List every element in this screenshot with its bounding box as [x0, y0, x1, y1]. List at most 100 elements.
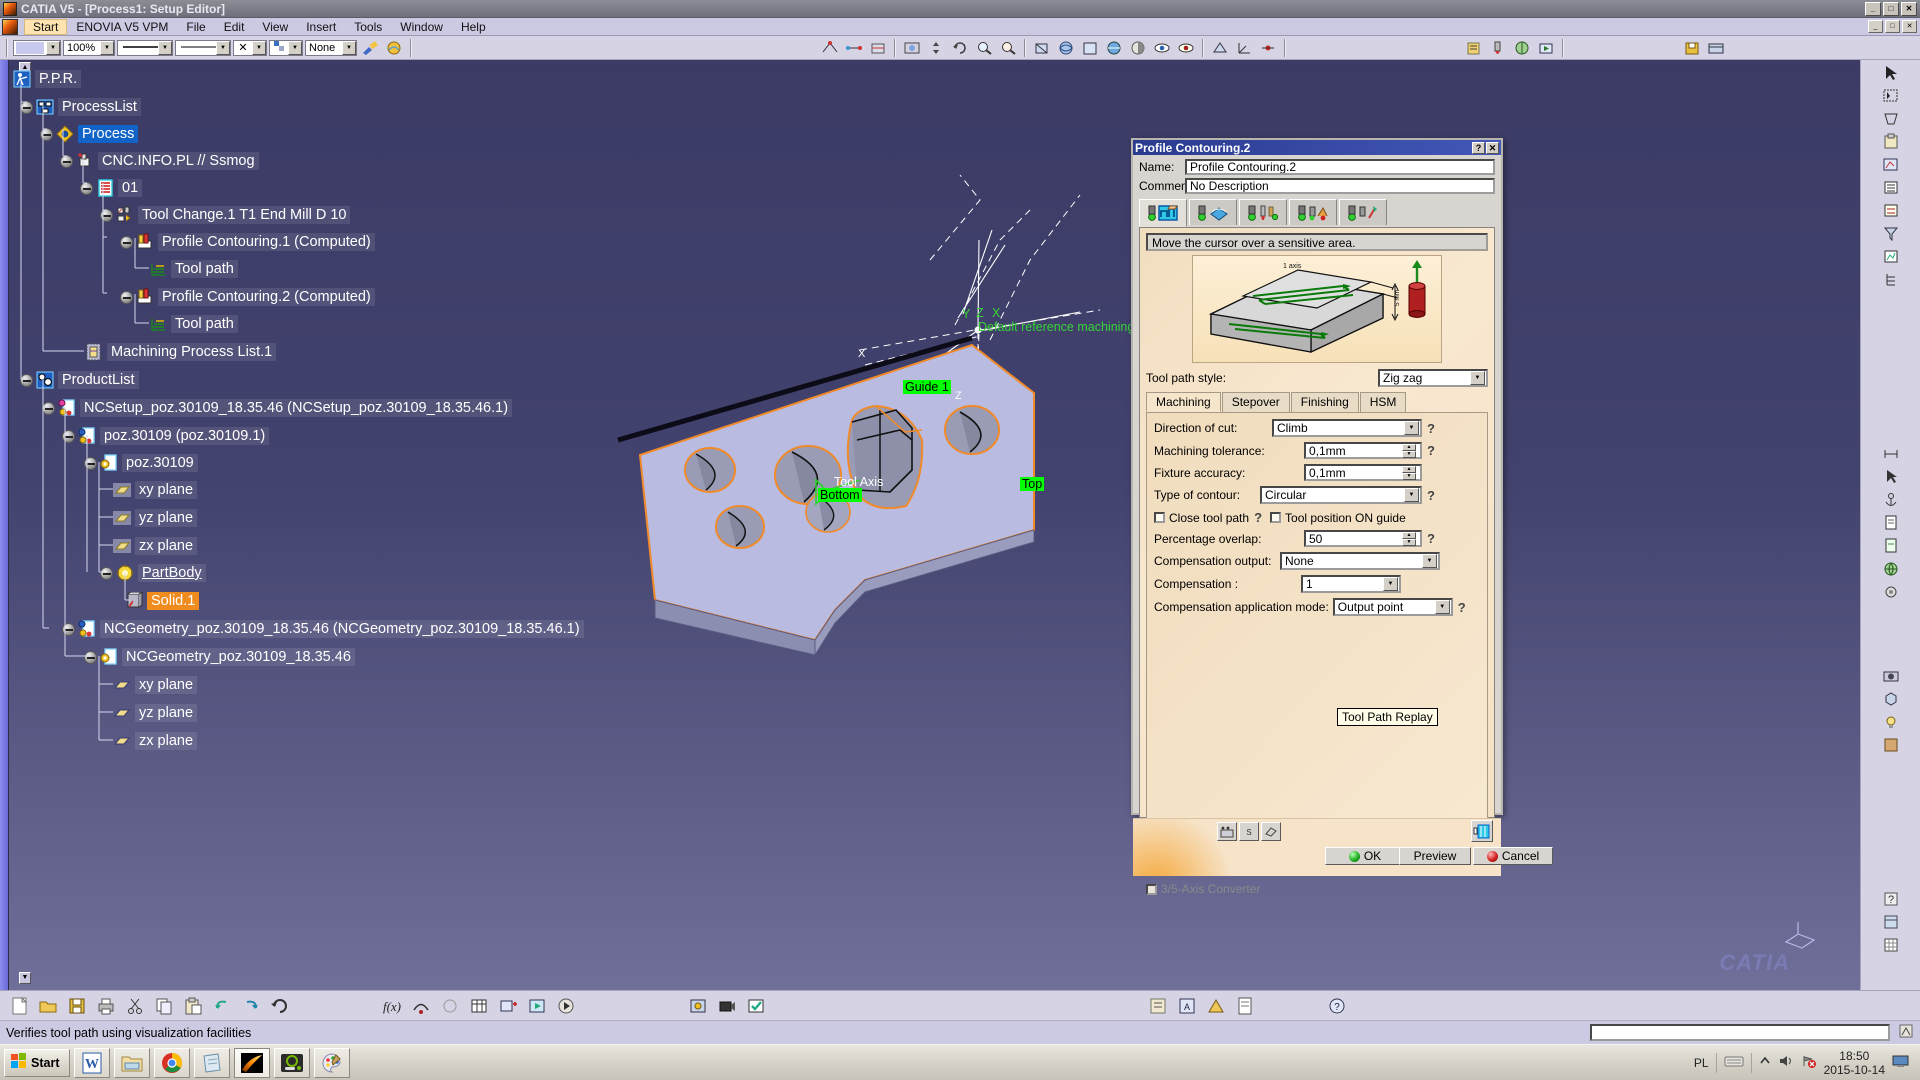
tree-item-machine[interactable]: CNC.INFO.PL // Ssmog	[60, 150, 259, 172]
menu-item-view[interactable]: View	[253, 19, 297, 35]
chevron-down-icon[interactable]: ▼	[216, 40, 230, 55]
close-button[interactable]: ✕	[1901, 1, 1917, 16]
fixture-accuracy-input[interactable]: 0,1mm ▲ ▼	[1304, 464, 1422, 481]
tree-item-machining-process-list[interactable]: Machining Process List.1	[84, 341, 277, 363]
tree-item-tool-change[interactable]: Tool Change.1 T1 End Mill D 10	[100, 204, 351, 226]
chevron-down-icon[interactable]: ▼	[1470, 371, 1485, 385]
chevron-down-icon[interactable]: ▼	[1404, 421, 1419, 435]
explorer-taskbar-icon[interactable]	[114, 1047, 151, 1078]
doc-minimize-button[interactable]: _	[1868, 20, 1883, 33]
tree-item-xy-plane-2[interactable]: xy plane	[112, 674, 198, 696]
scroll-down-arrow[interactable]: ▼	[19, 972, 31, 984]
paste-bottom-icon[interactable]	[180, 994, 206, 1018]
machining-cell-icon[interactable]	[685, 994, 711, 1018]
tree-item-yz-plane-2[interactable]: yz plane	[112, 702, 198, 724]
tree-item-ppr[interactable]: P.P.R.	[12, 68, 82, 90]
pan-icon[interactable]	[925, 37, 947, 58]
tool-position-on-guide-checkbox[interactable]	[1270, 512, 1282, 523]
list-icon[interactable]	[1879, 177, 1903, 199]
compass-icon[interactable]	[1780, 914, 1820, 954]
direction-of-cut-help-icon[interactable]: ?	[1427, 421, 1435, 436]
paste-icon[interactable]	[1879, 131, 1903, 153]
tool-path-edit-button[interactable]	[1217, 822, 1237, 841]
menu-item-file[interactable]: File	[177, 19, 214, 35]
direction-of-cut-select[interactable]: Climb ▼	[1272, 419, 1422, 437]
measure-item-icon[interactable]	[819, 37, 841, 58]
tray-clock[interactable]: 18:50 2015-10-14	[1824, 1049, 1885, 1077]
hide-show-icon[interactable]	[1151, 37, 1173, 58]
doc2-icon[interactable]	[1879, 535, 1903, 557]
simulate-icon[interactable]	[553, 994, 579, 1018]
graph-icon[interactable]	[1879, 246, 1903, 268]
tab-hsm[interactable]: HSM	[1359, 392, 1407, 412]
close-tool-path-checkbox[interactable]	[1154, 512, 1165, 523]
start-button[interactable]: Start	[4, 1048, 71, 1077]
panel-icon[interactable]	[1879, 911, 1903, 933]
measure-dist-icon[interactable]	[1879, 443, 1903, 465]
menu-item-start[interactable]: Start	[24, 18, 68, 35]
tray-network-icon[interactable]	[1801, 1054, 1817, 1071]
save-icon[interactable]	[64, 994, 90, 1018]
tray-keyboard-icon[interactable]	[1724, 1054, 1744, 1071]
menu-item-edit[interactable]: Edit	[215, 19, 254, 35]
create-datum-icon[interactable]	[1209, 37, 1231, 58]
measure-between-icon[interactable]	[843, 37, 865, 58]
front-view-icon[interactable]	[1079, 37, 1101, 58]
zoom-out-icon[interactable]	[997, 37, 1019, 58]
dialog-close-button[interactable]: ✕	[1486, 141, 1499, 154]
doc-close-button[interactable]: ✕	[1902, 20, 1917, 33]
helper-icon[interactable]: ?	[1879, 888, 1903, 910]
filter-icon[interactable]	[1879, 223, 1903, 245]
tree-item-zx-plane-2[interactable]: zx plane	[112, 730, 198, 752]
formula-icon[interactable]: f(x)	[379, 994, 405, 1018]
dialog-title-bar[interactable]: Profile Contouring.2 ? ✕	[1133, 140, 1501, 155]
tree-item-ncgeometry[interactable]: NCGeometry_poz.30109_18.35.46 (NCGeometr…	[62, 618, 584, 640]
tree-item-process[interactable]: Process	[40, 123, 139, 145]
tree-item-ncsetup[interactable]: NCSetup_poz.30109_18.35.46 (NCSetup_poz.…	[42, 397, 513, 419]
layer-combo[interactable]: ▼	[269, 39, 303, 56]
normal-view-icon[interactable]	[1031, 37, 1053, 58]
ok-button[interactable]: OK	[1325, 847, 1405, 865]
tree-item-tool-path-1[interactable]: Tool path	[148, 258, 238, 280]
compensation-output-select[interactable]: None ▼	[1280, 552, 1440, 570]
comment-input[interactable]	[1185, 178, 1495, 194]
knowledge-icon[interactable]	[408, 994, 434, 1018]
tree-item-tool-path-2[interactable]: Tool path	[148, 313, 238, 335]
simulation-icon[interactable]	[1535, 37, 1557, 58]
machining-tolerance-help-icon[interactable]: ?	[1427, 443, 1435, 458]
linetype-combo[interactable]: ▼	[117, 39, 173, 56]
axis-system-icon[interactable]	[1233, 37, 1255, 58]
nvidia-taskbar-icon[interactable]	[274, 1047, 311, 1078]
machining-tolerance-spinner[interactable]: ▲ ▼	[1402, 443, 1416, 458]
tree-item-profile-contouring-1[interactable]: Profile Contouring.1 (Computed)	[120, 231, 375, 253]
none-combo[interactable]: None ▼	[305, 39, 357, 56]
globe-icon[interactable]	[1879, 558, 1903, 580]
chevron-down-icon[interactable]: ▼	[288, 40, 302, 55]
render-combo[interactable]: ✕ ▼	[233, 39, 267, 56]
percentage-overlap-help-icon[interactable]: ?	[1427, 531, 1435, 546]
notepad-taskbar-icon[interactable]	[194, 1047, 231, 1078]
chevron-down-icon[interactable]: ▼	[100, 40, 114, 55]
tree-expand-node[interactable]	[84, 456, 97, 470]
batch-icon[interactable]	[1705, 37, 1727, 58]
swap-visible-icon[interactable]	[1175, 37, 1197, 58]
apt-icon[interactable]: A	[1174, 994, 1200, 1018]
paintbrush-icon[interactable]	[359, 37, 381, 58]
settings-gear-icon[interactable]	[1879, 581, 1903, 603]
catia-taskbar-icon[interactable]	[234, 1047, 271, 1078]
camera-icon[interactable]	[1879, 665, 1903, 687]
tree-expand-node[interactable]	[100, 208, 113, 222]
tree-expand-node[interactable]	[20, 373, 33, 387]
add-measure-icon[interactable]	[495, 994, 521, 1018]
chevron-down-icon[interactable]: ▼	[1434, 600, 1450, 614]
redo-icon[interactable]	[238, 994, 264, 1018]
type-of-contour-help-icon[interactable]: ?	[1427, 488, 1435, 503]
select-arrow-icon[interactable]	[1879, 62, 1903, 84]
tab-machining[interactable]: Machining	[1146, 392, 1221, 412]
percentage-overlap-input[interactable]: 50 ▲ ▼	[1304, 530, 1422, 547]
view-mode-icon[interactable]	[1103, 37, 1125, 58]
anchor-icon[interactable]	[1879, 489, 1903, 511]
sketch-icon[interactable]	[1879, 154, 1903, 176]
menu-item-tools[interactable]: Tools	[345, 19, 391, 35]
tree-item-solid-1[interactable]: Solid.1	[124, 590, 200, 612]
